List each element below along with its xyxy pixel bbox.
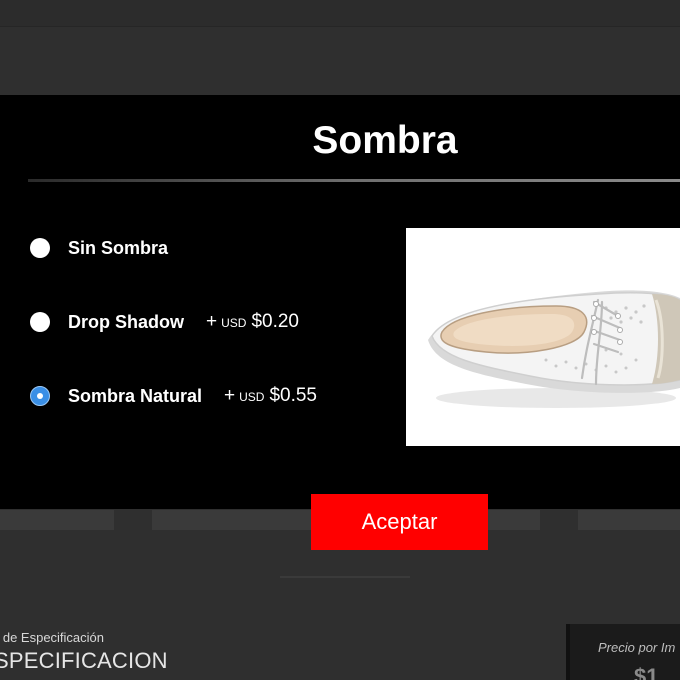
currency-code: USD <box>221 316 247 330</box>
background-strip <box>0 510 114 530</box>
shadow-preview-image <box>406 228 680 446</box>
option-price: + USD $0.20 <box>206 311 299 333</box>
option-label: Sin Sombra <box>68 237 169 258</box>
price-box: Precio por Im $1 <box>566 624 680 680</box>
modal-title: Sombra <box>312 119 458 162</box>
title-divider <box>28 179 680 182</box>
background-strip <box>578 510 680 530</box>
currency-code: USD <box>239 390 265 404</box>
shadow-modal: Sombra Sin Sombra Drop Shadow + USD $0.20 … <box>0 95 680 509</box>
shoe-image <box>428 290 680 408</box>
price-prefix: + <box>224 385 236 406</box>
background-header <box>0 0 680 27</box>
option-label: Sombra Natural <box>68 385 203 406</box>
radio-dot <box>37 393 43 399</box>
option-price: + USD $0.55 <box>224 385 317 407</box>
option-label: Drop Shadow <box>68 311 184 332</box>
price-label: Precio por Im <box>598 640 676 655</box>
spec-title: SPECIFICACION <box>0 648 168 673</box>
option-drop-shadow[interactable]: Drop Shadow + USD $0.20 <box>30 310 299 334</box>
radio-button[interactable] <box>30 238 50 258</box>
radio-button-selected[interactable] <box>30 386 50 406</box>
spec-caption: e de Especificación <box>0 630 105 645</box>
price-value: $1 <box>634 664 659 680</box>
accept-button[interactable]: Aceptar <box>311 494 488 550</box>
price-amount: $0.55 <box>269 385 317 406</box>
page: e de Especificación SPECIFICACION Precio… <box>0 0 680 680</box>
option-sin-sombra[interactable]: Sin Sombra <box>30 236 168 260</box>
radio-button[interactable] <box>30 312 50 332</box>
option-sombra-natural[interactable]: Sombra Natural + USD $0.55 <box>30 384 317 408</box>
price-prefix: + <box>206 311 218 332</box>
price-amount: $0.20 <box>251 311 299 332</box>
background-divider <box>280 576 410 578</box>
